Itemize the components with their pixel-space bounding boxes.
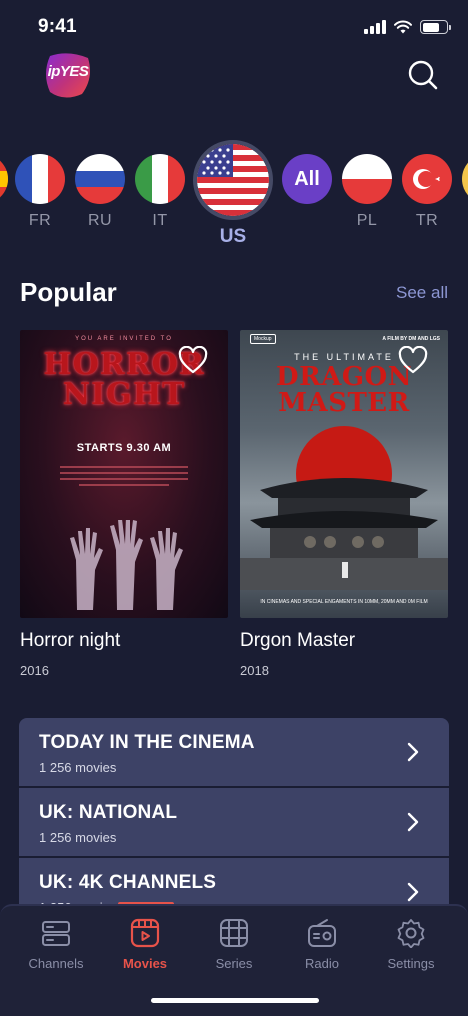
country-flag-tr[interactable] bbox=[402, 154, 452, 204]
category-title: TODAY IN THE CINEMA bbox=[39, 732, 255, 753]
popular-section-title: Popular bbox=[20, 277, 117, 307]
poster-fine-print bbox=[60, 466, 188, 490]
poster-hands-illustration bbox=[70, 520, 183, 610]
category-title: UK: 4K CHANNELS bbox=[39, 872, 217, 893]
tab-label: Settings bbox=[387, 956, 435, 971]
tab-movies[interactable]: Movies bbox=[105, 918, 185, 971]
country-selector: FR RU IT US All PL TR bbox=[0, 140, 468, 250]
movie-card-dragon-master[interactable]: Mockup A FILM BY DM AND LGS THE ULTIMATE… bbox=[240, 330, 448, 678]
radio-icon bbox=[308, 919, 336, 947]
logo-text: ipYES bbox=[47, 63, 89, 80]
battery-icon bbox=[420, 20, 451, 34]
france-flag-icon bbox=[15, 154, 65, 204]
country-label-us: US bbox=[219, 226, 247, 247]
settings-icon bbox=[397, 919, 425, 948]
cellular-signal-icon bbox=[364, 20, 386, 34]
country-flag-fr[interactable] bbox=[15, 154, 65, 204]
movie-year: 2016 bbox=[20, 663, 49, 678]
poster-time: STARTS 9.30 AM bbox=[76, 442, 172, 454]
home-indicator bbox=[151, 998, 319, 1003]
poster-footer-text: IN CINEMAS AND SPECIAL ENGAMENTS IN 10MM… bbox=[260, 599, 428, 605]
country-label-it: IT bbox=[152, 212, 168, 229]
italy-flag-icon bbox=[135, 154, 185, 204]
favorite-heart-icon[interactable] bbox=[178, 346, 208, 374]
chevron-right-icon bbox=[407, 742, 419, 762]
country-label-ru: RU bbox=[87, 212, 113, 229]
poster-byline: A FILM BY DM AND LGS bbox=[382, 336, 440, 342]
country-all-button[interactable]: All bbox=[282, 154, 332, 204]
tab-label: Radio bbox=[305, 956, 339, 971]
category-list: TODAY IN THE CINEMA 1 256 movies UK: NAT… bbox=[19, 718, 449, 928]
status-bar: 9:41 bbox=[0, 0, 468, 56]
country-flag-ru[interactable] bbox=[75, 154, 125, 204]
country-label-pl: PL bbox=[356, 212, 378, 229]
see-all-link[interactable]: See all bbox=[396, 283, 448, 303]
category-today-in-cinema[interactable]: TODAY IN THE CINEMA 1 256 movies bbox=[19, 718, 449, 786]
tab-radio[interactable]: Radio bbox=[282, 918, 362, 971]
poster-invite-text: YOU ARE INVITED TO bbox=[75, 336, 173, 342]
search-button[interactable] bbox=[408, 60, 438, 90]
app-logo[interactable]: ipYES bbox=[42, 50, 94, 100]
category-count: 1 256 movies bbox=[39, 830, 117, 845]
poland-flag-icon bbox=[342, 154, 392, 204]
category-title: UK: NATIONAL bbox=[39, 802, 178, 823]
wifi-icon bbox=[394, 20, 412, 34]
movie-card-horror-night[interactable]: YOU ARE INVITED TO HORROR NIGHT STARTS 9… bbox=[20, 330, 228, 678]
chevron-right-icon bbox=[407, 882, 419, 902]
status-time: 9:41 bbox=[38, 16, 77, 37]
movie-title: Drgon Master bbox=[240, 630, 356, 651]
series-icon bbox=[220, 919, 248, 947]
country-flag-pl[interactable] bbox=[342, 154, 392, 204]
status-icons bbox=[364, 20, 451, 34]
movie-poster: Mockup A FILM BY DM AND LGS THE ULTIMATE… bbox=[240, 330, 448, 618]
country-flag-us-selected[interactable] bbox=[193, 140, 273, 220]
tab-label: Channels bbox=[28, 956, 84, 971]
poster-temple-illustration bbox=[240, 478, 448, 590]
tab-series[interactable]: Series bbox=[194, 918, 274, 971]
movie-poster: YOU ARE INVITED TO HORROR NIGHT STARTS 9… bbox=[20, 330, 228, 618]
russia-flag-icon bbox=[75, 154, 125, 204]
tab-label: Series bbox=[215, 956, 253, 971]
chevron-right-icon bbox=[407, 812, 419, 832]
channels-icon bbox=[42, 921, 70, 946]
movie-year: 2018 bbox=[240, 663, 269, 678]
turkey-flag-icon bbox=[402, 154, 452, 204]
poster-mockup-badge: Mockup bbox=[250, 334, 276, 344]
country-label-tr: TR bbox=[415, 212, 439, 229]
tab-label: Movies bbox=[122, 956, 168, 971]
movies-icon bbox=[130, 918, 160, 948]
favorite-heart-icon[interactable] bbox=[398, 346, 428, 374]
country-flag-partial-left[interactable] bbox=[0, 154, 8, 204]
tab-channels[interactable]: Channels bbox=[16, 918, 96, 971]
usa-flag-icon bbox=[197, 144, 269, 216]
category-count: 1 256 movies bbox=[39, 760, 117, 775]
tab-settings[interactable]: Settings bbox=[371, 918, 451, 971]
country-flag-it[interactable] bbox=[135, 154, 185, 204]
country-flag-partial-right[interactable] bbox=[462, 154, 468, 204]
category-uk-national[interactable]: UK: NATIONAL 1 256 movies bbox=[19, 788, 449, 856]
movie-title: Horror night bbox=[20, 630, 121, 651]
country-label-fr: FR bbox=[28, 212, 52, 229]
search-icon bbox=[408, 60, 438, 90]
